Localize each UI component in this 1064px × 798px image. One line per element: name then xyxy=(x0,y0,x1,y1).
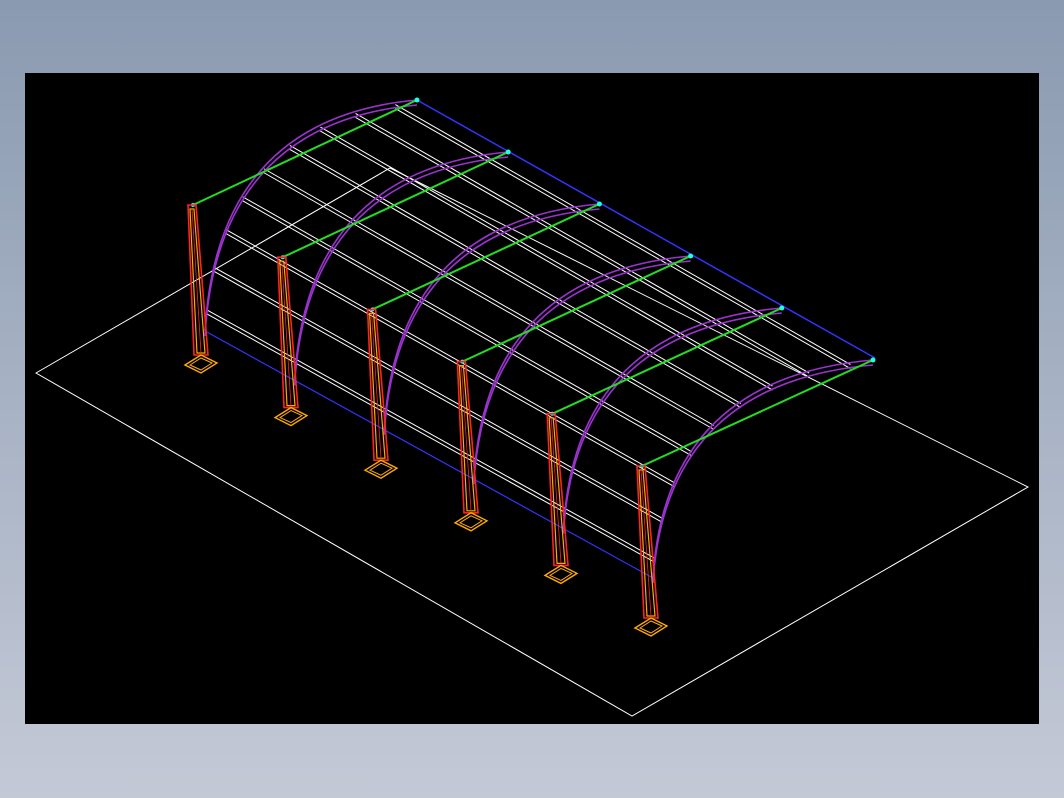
arch-ribs xyxy=(204,99,874,584)
tension-cables xyxy=(191,97,876,468)
eave-edge xyxy=(204,330,654,579)
tension-cable xyxy=(372,203,600,311)
cable-anchor xyxy=(596,201,602,207)
arch-rib xyxy=(204,104,418,337)
purlin xyxy=(289,145,742,404)
arch-rib xyxy=(562,312,782,534)
ground-outline xyxy=(34,167,1030,717)
roof-edges xyxy=(204,99,876,579)
arch-rib xyxy=(652,364,874,584)
purlin xyxy=(320,126,773,387)
ridge-edge xyxy=(416,99,876,359)
purlin xyxy=(355,116,810,378)
tension-cable xyxy=(192,99,418,206)
purlin xyxy=(320,130,773,391)
columns xyxy=(183,204,669,637)
purlin xyxy=(395,108,851,369)
arch-rib xyxy=(383,208,600,435)
tension-cable xyxy=(282,151,509,259)
cable-anchor xyxy=(505,149,511,155)
purlin xyxy=(263,172,715,430)
purlin xyxy=(289,149,742,408)
purlin xyxy=(355,112,810,374)
cable-anchor xyxy=(414,97,420,103)
canopy-drawing xyxy=(34,97,1030,717)
purlin xyxy=(395,104,851,365)
cable-anchor xyxy=(688,253,694,259)
cable-anchor xyxy=(870,357,876,363)
cable-anchor xyxy=(779,305,785,311)
roof-purlins xyxy=(206,104,851,563)
cad-model-viewport[interactable] xyxy=(25,73,1039,724)
purlin xyxy=(263,168,715,426)
ground-boundary xyxy=(34,167,1030,717)
tension-cable xyxy=(641,359,874,467)
arch-rib xyxy=(473,260,691,485)
arch-rib xyxy=(293,156,509,386)
